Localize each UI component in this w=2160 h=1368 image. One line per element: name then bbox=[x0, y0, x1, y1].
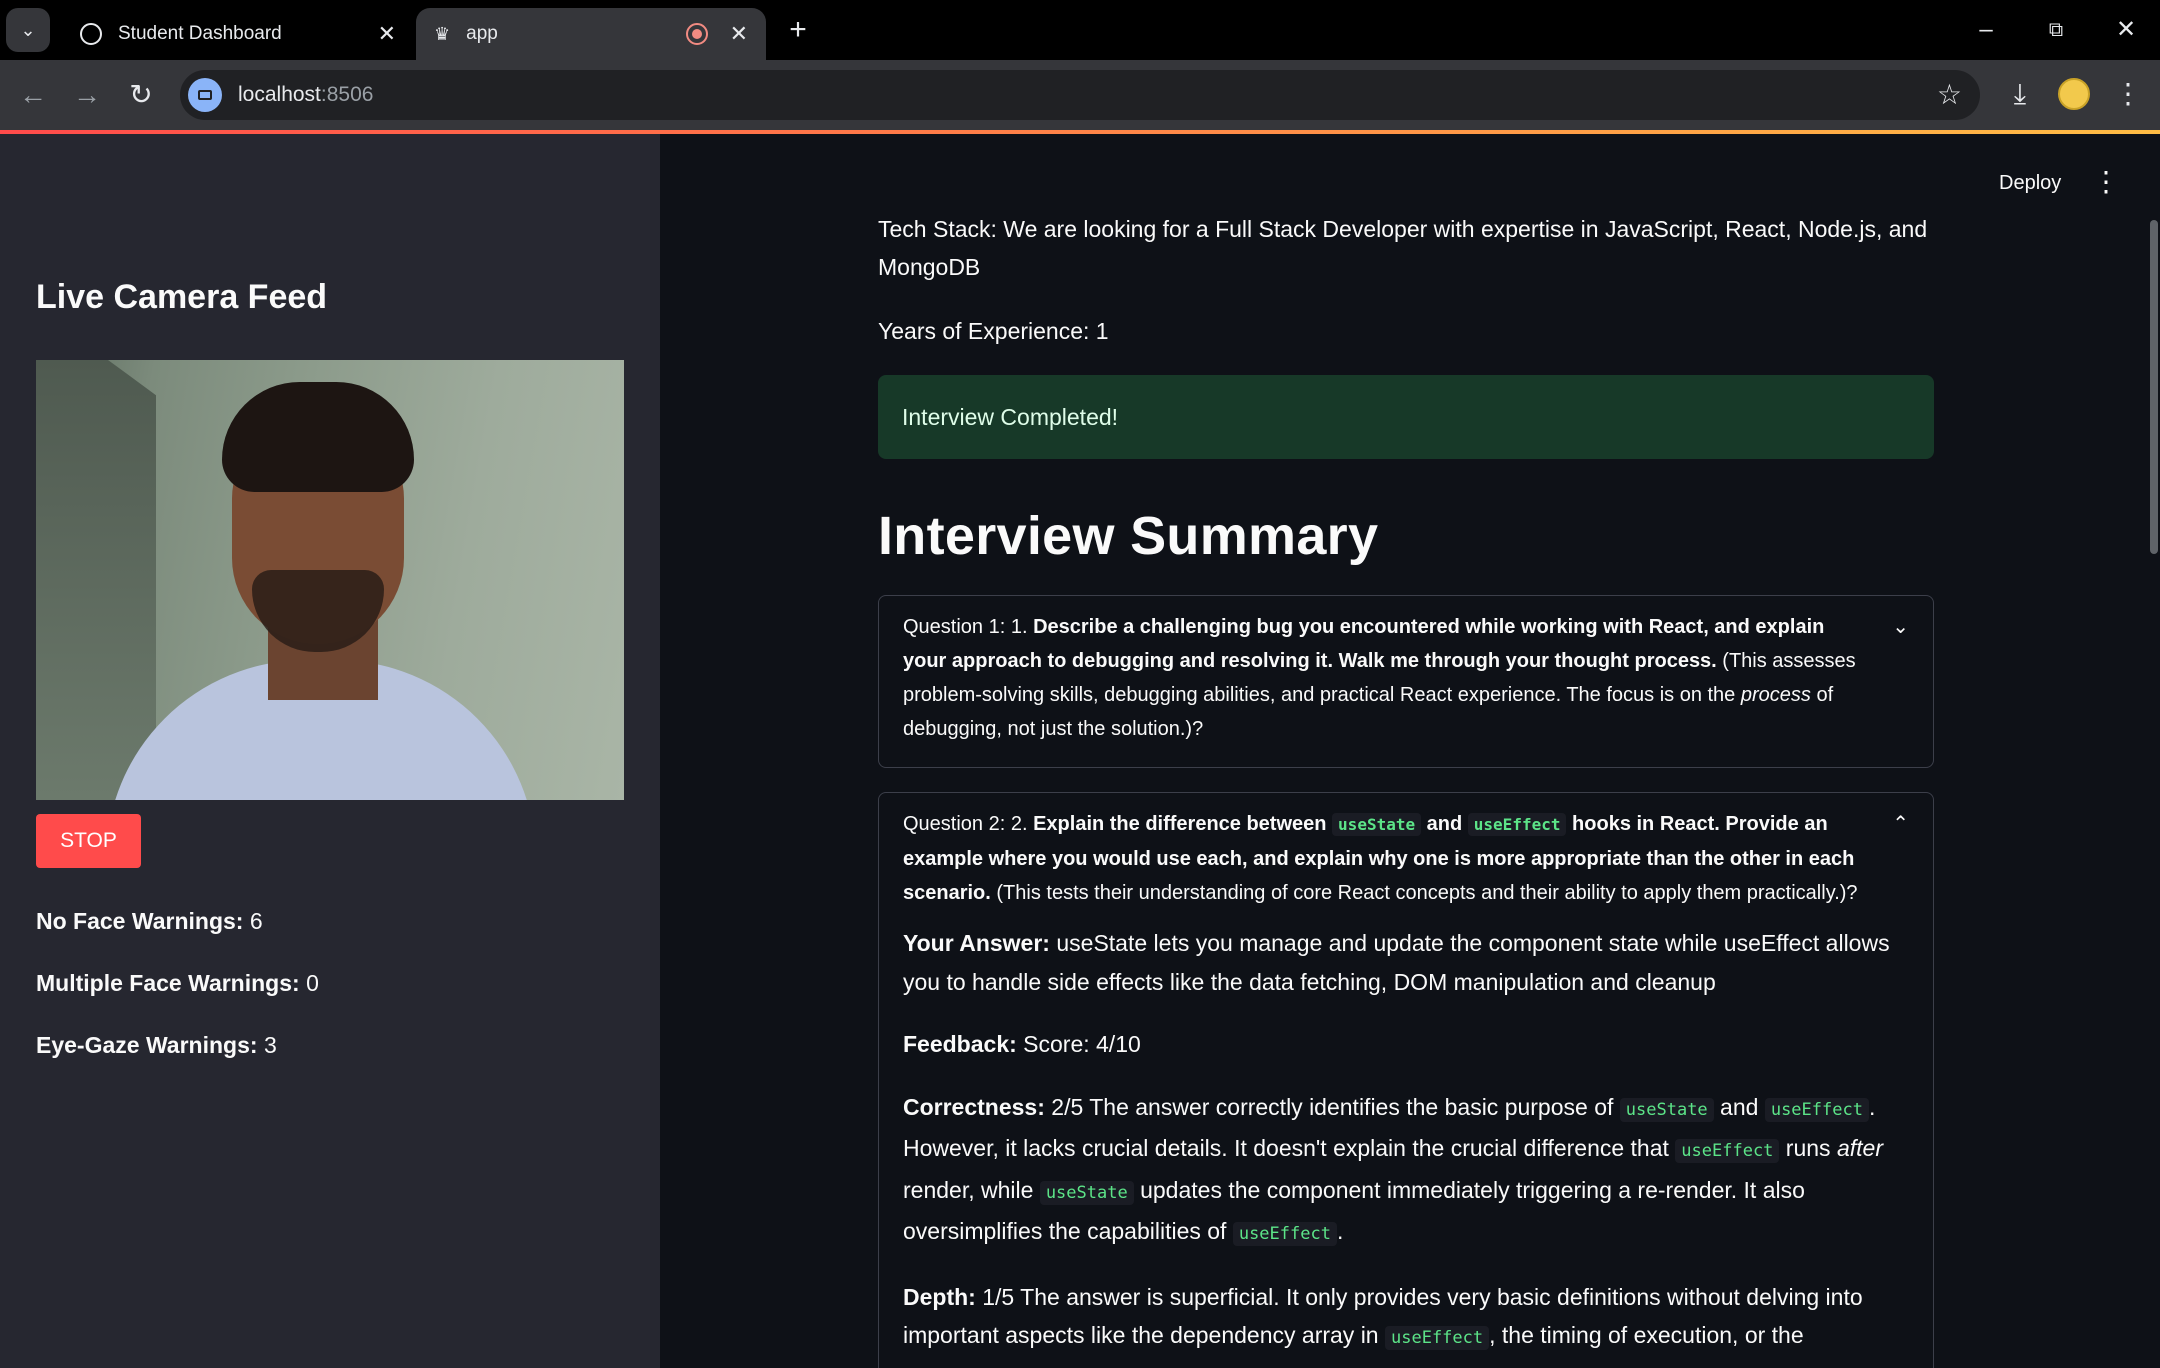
tab-app[interactable]: ♛ app ✕ bbox=[416, 8, 766, 60]
close-tab-icon[interactable]: ✕ bbox=[730, 21, 748, 47]
question-2-expander[interactable]: Question 2: 2. Explain the difference be… bbox=[878, 792, 1934, 1368]
tab-strip: ⌄ Student Dashboard ✕ ♛ app ✕ + – ⧉ ✕ bbox=[0, 0, 2160, 60]
question-2-header[interactable]: Question 2: 2. Explain the difference be… bbox=[879, 793, 1933, 924]
question-1-header[interactable]: Question 1: 1. Describe a challenging bu… bbox=[879, 596, 1933, 760]
app-menu-icon[interactable]: ⋮ bbox=[2092, 168, 2120, 196]
back-icon[interactable]: ← bbox=[14, 76, 52, 114]
multiple-face-warnings: Multiple Face Warnings: 0 bbox=[36, 970, 319, 996]
eye-gaze-warnings: Eye-Gaze Warnings: 3 bbox=[36, 1032, 277, 1058]
stop-button[interactable]: STOP bbox=[36, 814, 141, 868]
feedback-depth: Depth: 1/5 The answer is superficial. It… bbox=[903, 1283, 1863, 1368]
profile-avatar[interactable] bbox=[2058, 78, 2090, 110]
tab-title: app bbox=[466, 23, 498, 44]
minimize-icon[interactable]: – bbox=[1966, 10, 2006, 50]
new-tab-button[interactable]: + bbox=[780, 12, 816, 48]
your-answer: Your Answer: useState lets you manage an… bbox=[903, 930, 1890, 995]
no-face-warnings: No Face Warnings: 6 bbox=[36, 908, 263, 934]
deploy-button[interactable]: Deploy bbox=[1999, 172, 2061, 195]
address-bar[interactable]: localhost:8506 ☆ bbox=[180, 70, 1980, 120]
tab-title: Student Dashboard bbox=[118, 23, 282, 44]
window-close-icon[interactable]: ✕ bbox=[2106, 10, 2146, 50]
sidebar: Live Camera Feed STOP No Face Warnings: … bbox=[0, 134, 660, 1368]
bookmark-star-icon[interactable]: ☆ bbox=[1937, 78, 1962, 111]
camera-feed-video bbox=[36, 360, 624, 800]
browser-menu-icon[interactable]: ⋮ bbox=[2110, 74, 2146, 114]
browser-toolbar: ← → ↻ localhost:8506 ☆ ⤓ ⋮ bbox=[0, 60, 2160, 130]
close-tab-icon[interactable]: ✕ bbox=[378, 21, 396, 47]
tab-student-dashboard[interactable]: Student Dashboard ✕ bbox=[62, 8, 414, 60]
success-alert: Interview Completed! bbox=[878, 375, 1934, 459]
experience-text: Years of Experience: 1 bbox=[878, 318, 1109, 344]
tech-stack-text: Tech Stack: We are looking for a Full St… bbox=[878, 216, 1928, 280]
streamlit-crown-icon: ♛ bbox=[434, 23, 451, 44]
chevron-up-icon: ⌃ bbox=[1892, 813, 1909, 835]
forward-icon[interactable]: → bbox=[68, 76, 106, 114]
question-2-body: Your Answer: useState lets you manage an… bbox=[879, 924, 1933, 1368]
camera-permission-icon[interactable] bbox=[188, 78, 222, 112]
url-text: localhost:8506 bbox=[238, 83, 374, 106]
recording-icon bbox=[685, 23, 708, 45]
summary-heading: Interview Summary bbox=[878, 506, 1379, 566]
feedback-correctness: Correctness: 2/5 The answer correctly id… bbox=[903, 1093, 1883, 1246]
tab-search-button[interactable]: ⌄ bbox=[6, 8, 50, 52]
restore-icon[interactable]: ⧉ bbox=[2036, 10, 2076, 50]
reload-icon[interactable]: ↻ bbox=[122, 76, 160, 114]
success-message: Interview Completed! bbox=[902, 403, 1119, 430]
chevron-down-icon: ⌄ bbox=[20, 19, 36, 40]
question-1-expander[interactable]: Question 1: 1. Describe a challenging bu… bbox=[878, 595, 1934, 768]
feedback-score: Feedback: Score: 4/10 bbox=[903, 1031, 1141, 1057]
chevron-down-icon: ⌄ bbox=[1892, 616, 1909, 638]
sidebar-title: Live Camera Feed bbox=[36, 278, 328, 316]
globe-icon bbox=[80, 23, 102, 45]
download-icon[interactable]: ⤓ bbox=[2000, 74, 2040, 114]
scrollbar[interactable] bbox=[2150, 220, 2158, 554]
